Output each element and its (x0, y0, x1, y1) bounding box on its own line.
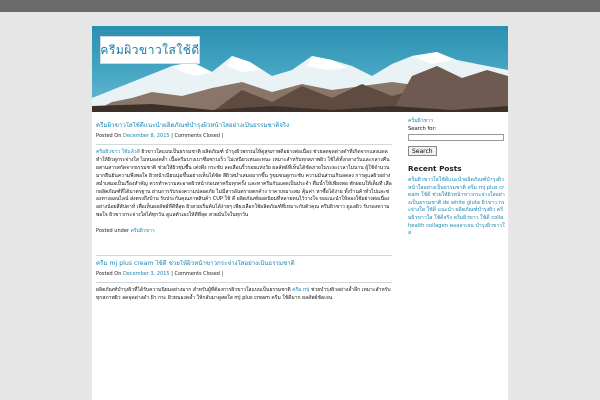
tags-label: Posted under (96, 228, 129, 235)
meta-separator: | (171, 271, 173, 278)
posted-on-label: Posted On (96, 133, 122, 139)
recent-posts-heading: Recent Posts (408, 164, 462, 173)
sidebar-top-link[interactable]: ครีมผิวขาว (408, 117, 506, 125)
browser-top-bar (0, 0, 600, 12)
search-input[interactable] (408, 134, 504, 141)
post-1: ครีมผิวขาวใสใช้ดีแนะนำผลิตภัณฑ์บำรุงผิวห… (96, 122, 392, 235)
divider (96, 255, 392, 257)
post-tags: Posted under ครีมผิวขาว (96, 228, 392, 235)
comments-status: Comments Closed (174, 271, 220, 278)
post-meta: Posted On December 8, 2015 | Comments Cl… (96, 133, 392, 140)
post-title[interactable]: ครีม mj plus cream ใช้ดี ช่วยให้ผิวหน้าข… (96, 260, 392, 268)
post-date-link[interactable]: December 3, 2015 (123, 271, 170, 277)
page-container: ครีมผิวขาวใสใช้ดี ครีมผิวขาวใสใช้ดีแนะนำ… (92, 26, 508, 400)
post-date-link[interactable]: December 8, 2015 (123, 133, 170, 139)
recent-post-link[interactable]: ครีมผิวขาวใสใช้ดีแนะนำผลิตภัณฑ์บำรุงผิวห… (408, 177, 505, 221)
post-meta: Posted On December 3, 2015 | Comments Cl… (96, 271, 392, 278)
tag-link[interactable]: ครีมผิวขาว (131, 228, 155, 234)
post-body-text: ผิวขาวใสแบบเป็นธรรมชาติ ผลิตภัณฑ์ บำรุงผ… (96, 149, 392, 219)
meta-separator-end: | (221, 271, 224, 278)
post-body-link[interactable]: ครีม mj (292, 287, 309, 293)
header-banner: ครีมผิวขาวใสใช้ดี (92, 26, 508, 112)
meta-separator: | (171, 133, 173, 139)
search-button[interactable]: Search (408, 146, 437, 156)
post-body-start: ผลิตภัณฑ์บำรุงผิวที่ได้รับความนิยมอย่างม… (96, 287, 291, 294)
posted-on-label: Posted On (96, 271, 122, 278)
search-label: Search for: (408, 126, 437, 132)
post-2: ครีม mj plus cream ใช้ดี ช่วยให้ผิวหน้าข… (96, 255, 392, 303)
main-content: ครีมผิวขาวใสใช้ดีแนะนำผลิตภัณฑ์บำรุงผิวห… (96, 122, 392, 303)
comments-status: Comments Closed (174, 133, 220, 139)
divider (96, 282, 392, 284)
post-lead-link[interactable]: ครีมผิวขาว ใช้แล้วดี (96, 149, 140, 155)
post-title[interactable]: ครีมผิวขาวใสใช้ดีแนะนำผลิตภัณฑ์บำรุงผิวห… (96, 122, 392, 130)
site-title[interactable]: ครีมผิวขาวใสใช้ดี (100, 36, 200, 64)
sidebar: ครีมผิวขาว Search for: Search Recent Pos… (408, 117, 506, 238)
post-body: ผลิตภัณฑ์บำรุงผิวที่ได้รับความนิยมอย่างม… (96, 287, 392, 303)
recent-post-link[interactable]: health collagen คอลลาเจน บำรุงผิวขาวใส (408, 223, 505, 237)
meta-separator-end: | (221, 133, 224, 139)
divider (96, 144, 392, 145)
post-body: ครีมผิวขาว ใช้แล้วดี ผิวขาวใสแบบเป็นธรรม… (96, 149, 392, 220)
recent-posts-list: ครีมผิวขาวใสใช้ดีแนะนำผลิตภัณฑ์บำรุงผิวห… (408, 177, 506, 238)
